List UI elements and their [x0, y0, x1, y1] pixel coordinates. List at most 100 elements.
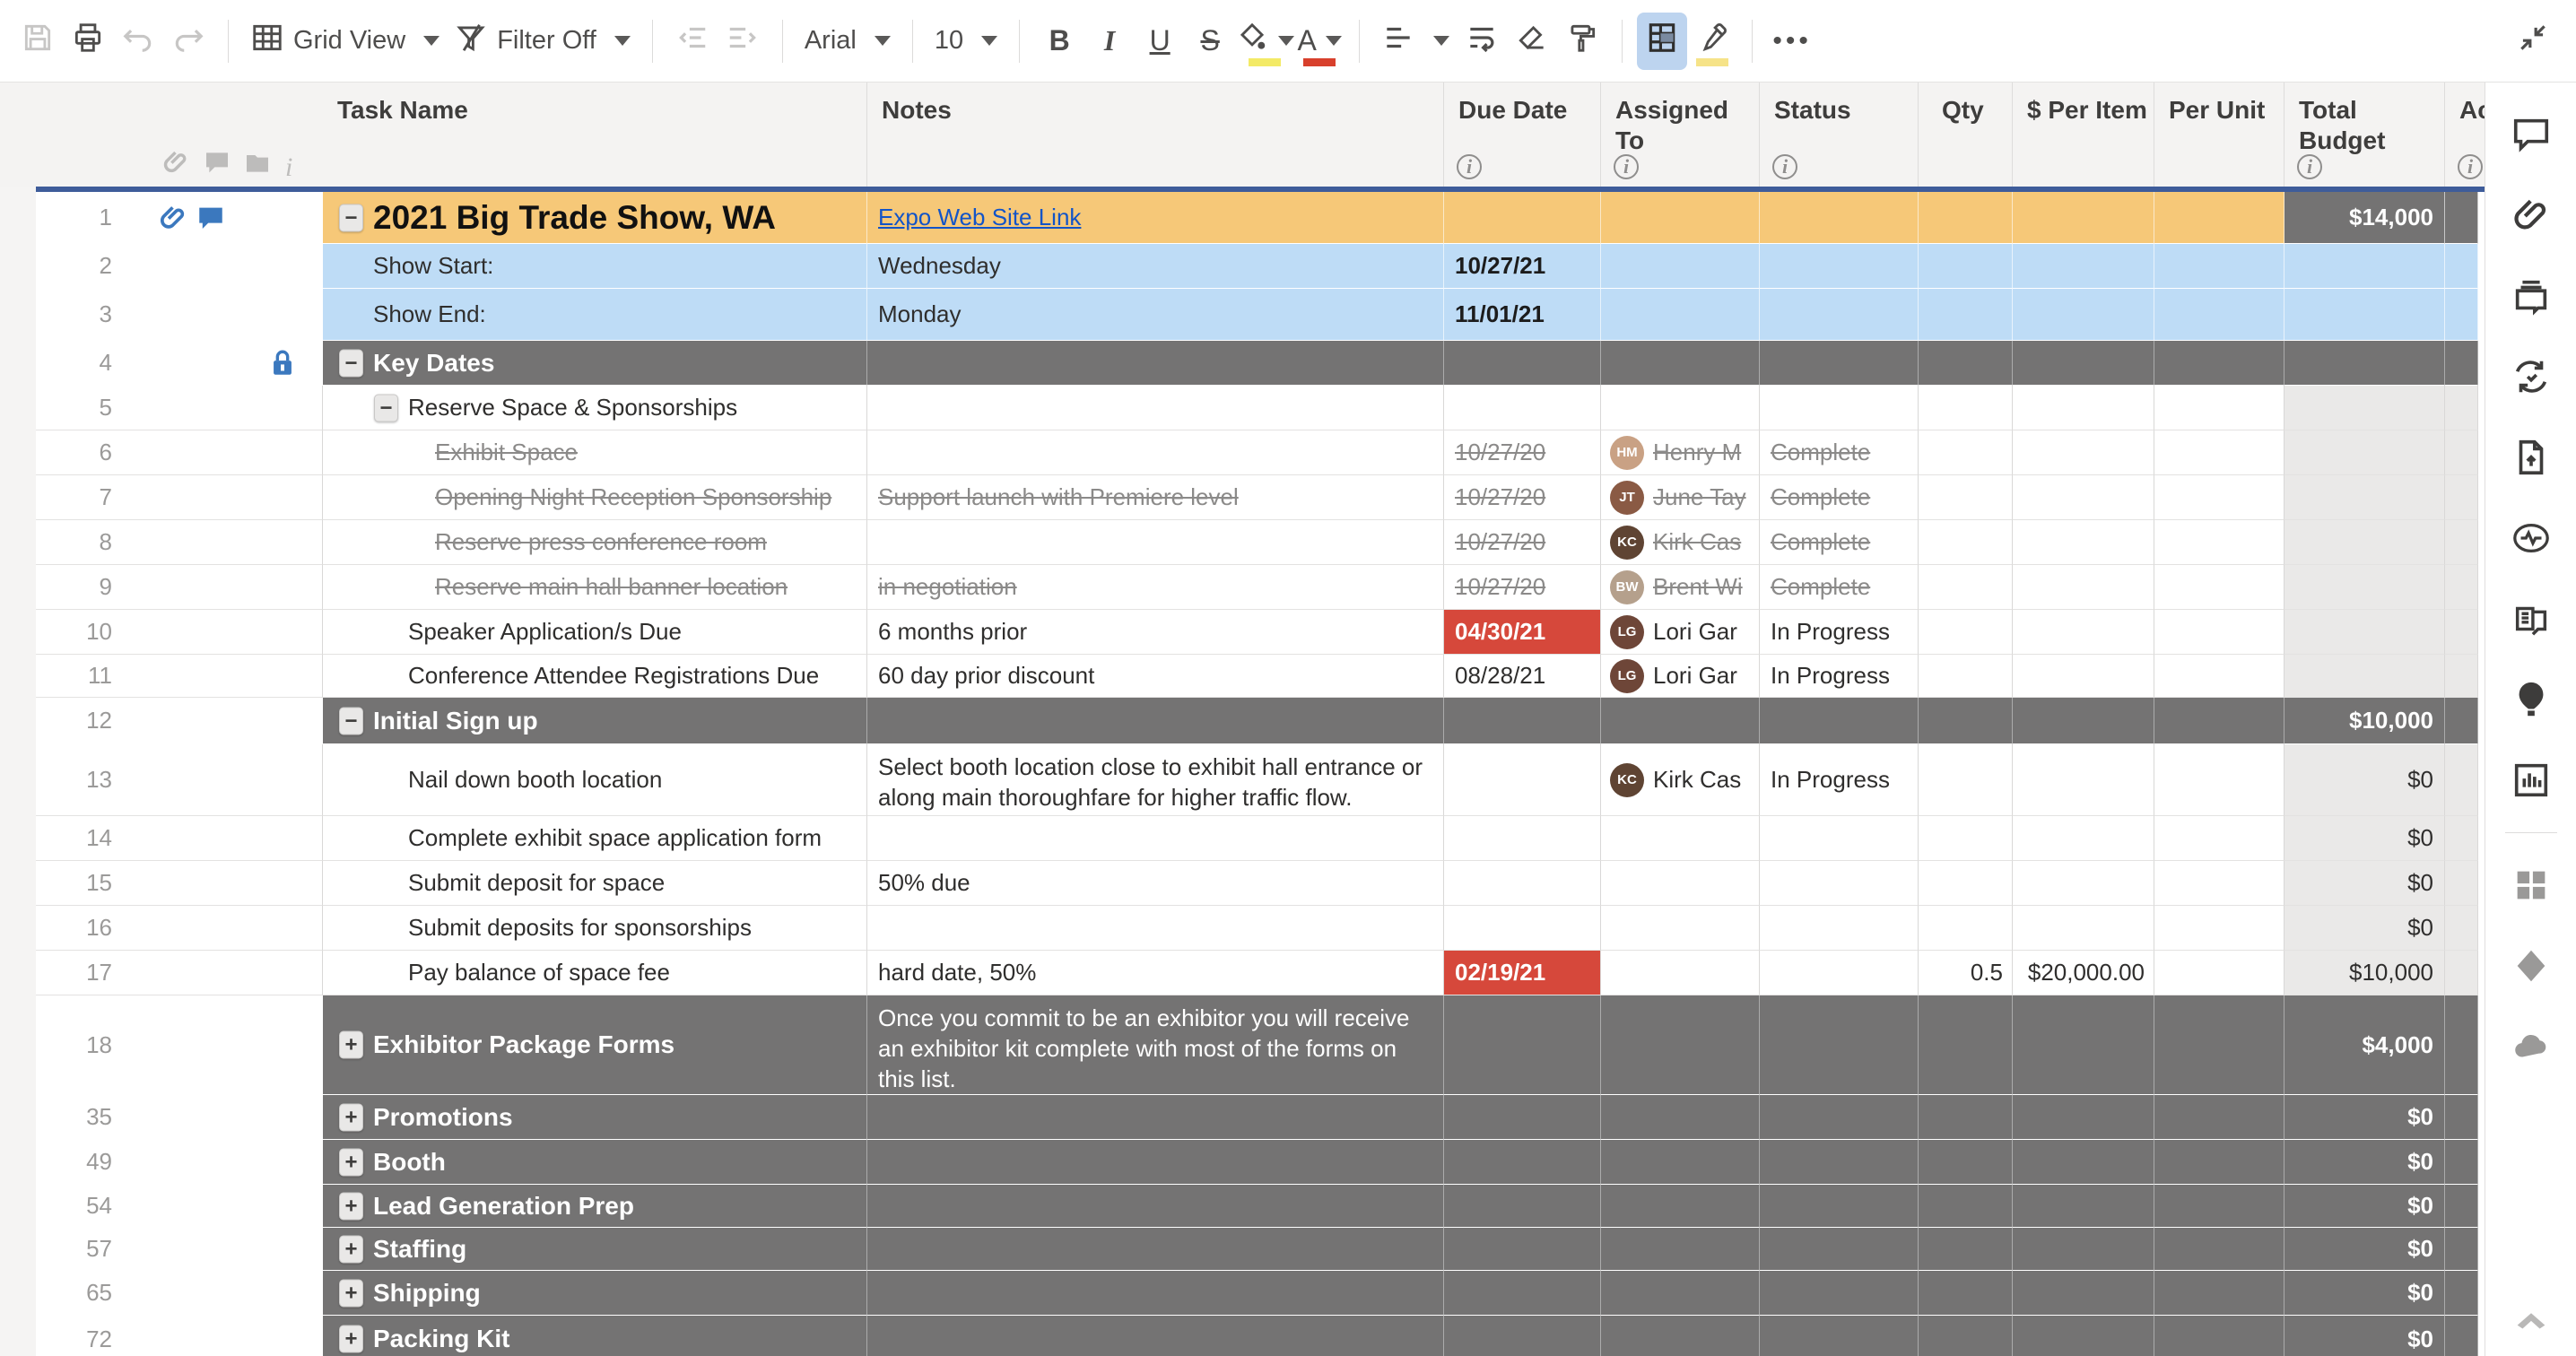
- cell-assigned-to[interactable]: [1601, 289, 1760, 341]
- expand-toggle-icon[interactable]: +: [339, 1148, 363, 1176]
- format-painter-button[interactable]: [1557, 13, 1607, 70]
- cell-task[interactable]: + Booth: [323, 1140, 867, 1185]
- cell-qty[interactable]: [1919, 244, 2013, 289]
- cell-status[interactable]: [1760, 341, 1919, 386]
- cell-status[interactable]: In Progress: [1760, 655, 1919, 698]
- cell-per-item[interactable]: [2013, 244, 2154, 289]
- column-header-notes[interactable]: Notes: [867, 83, 1444, 187]
- cell-due-date[interactable]: [1444, 1316, 1601, 1356]
- cell-due-date[interactable]: 10/27/20: [1444, 520, 1601, 565]
- cell-assigned-to[interactable]: BW Brent Wi: [1601, 565, 1760, 610]
- cell-qty[interactable]: [1919, 1185, 2013, 1228]
- cell-due-date[interactable]: 02/19/21: [1444, 951, 1601, 995]
- cell-assigned-to[interactable]: KC Kirk Cas: [1601, 744, 1760, 816]
- expand-toggle-icon[interactable]: +: [339, 1192, 363, 1220]
- font-family-select[interactable]: Arial: [797, 13, 898, 70]
- font-color-button[interactable]: A: [1294, 13, 1345, 70]
- cell-per-item[interactable]: [2013, 430, 2154, 475]
- cell-total-budget[interactable]: $14,000: [2284, 192, 2445, 244]
- row-number[interactable]: 65: [36, 1271, 323, 1316]
- file-upload-icon[interactable]: [2502, 429, 2560, 486]
- cell-qty[interactable]: [1919, 520, 2013, 565]
- row-number[interactable]: 16: [36, 906, 323, 951]
- cell-notes[interactable]: 50% due: [867, 861, 1444, 906]
- cell-notes[interactable]: Wednesday: [867, 244, 1444, 289]
- column-header-ac[interactable]: Ac i: [2445, 83, 2492, 187]
- cell-task[interactable]: + Promotions: [323, 1095, 867, 1140]
- cell-status[interactable]: [1760, 1095, 1919, 1140]
- cell-total-budget[interactable]: $0: [2284, 1271, 2445, 1316]
- cell-notes[interactable]: 6 months prior: [867, 610, 1444, 655]
- cell-per-item[interactable]: [2013, 1316, 2154, 1356]
- cell-qty[interactable]: [1919, 1271, 2013, 1316]
- cell-total-budget[interactable]: [2284, 520, 2445, 565]
- cell-notes[interactable]: in negotiation: [867, 565, 1444, 610]
- cell-notes[interactable]: [867, 1316, 1444, 1356]
- expand-toggle-icon[interactable]: +: [339, 1030, 363, 1059]
- cell-total-budget[interactable]: $0: [2284, 1095, 2445, 1140]
- cell-qty[interactable]: [1919, 906, 2013, 951]
- row-number[interactable]: 12: [36, 698, 323, 744]
- wrap-text-button[interactable]: [1457, 13, 1507, 70]
- row-number[interactable]: 9: [36, 565, 323, 610]
- folder-column-icon[interactable]: [243, 148, 272, 181]
- cell-qty[interactable]: [1919, 1095, 2013, 1140]
- cell-per-unit[interactable]: [2154, 1185, 2284, 1228]
- cell-ac[interactable]: [2445, 861, 2478, 906]
- cell-ac[interactable]: [2445, 1185, 2478, 1228]
- info-icon[interactable]: i: [1457, 154, 1482, 179]
- row-number[interactable]: 18: [36, 995, 323, 1095]
- cell-per-unit[interactable]: [2154, 341, 2284, 386]
- cell-ac[interactable]: [2445, 475, 2478, 520]
- cell-per-unit[interactable]: [2154, 192, 2284, 244]
- cell-assigned-to[interactable]: [1601, 861, 1760, 906]
- cell-notes[interactable]: hard date, 50%: [867, 951, 1444, 995]
- cell-task[interactable]: Submit deposits for sponsorships: [323, 906, 867, 951]
- cell-ac[interactable]: [2445, 565, 2478, 610]
- cell-notes[interactable]: [867, 906, 1444, 951]
- cell-due-date[interactable]: 10/27/21: [1444, 244, 1601, 289]
- italic-button[interactable]: I: [1084, 13, 1135, 70]
- cell-status[interactable]: In Progress: [1760, 610, 1919, 655]
- cell-notes[interactable]: [867, 1228, 1444, 1271]
- cell-notes[interactable]: Once you commit to be an exhibitor you w…: [867, 995, 1444, 1095]
- cell-ac[interactable]: [2445, 244, 2478, 289]
- lock-icon[interactable]: [267, 348, 298, 378]
- cell-task[interactable]: − Initial Sign up: [323, 698, 867, 744]
- cell-status[interactable]: In Progress: [1760, 744, 1919, 816]
- cell-task[interactable]: −2021 Big Trade Show, WA: [323, 192, 867, 244]
- cell-per-item[interactable]: [2013, 861, 2154, 906]
- cell-status[interactable]: [1760, 192, 1919, 244]
- cell-task[interactable]: + Shipping: [323, 1271, 867, 1316]
- cell-due-date[interactable]: [1444, 995, 1601, 1095]
- cell-total-budget[interactable]: [2284, 655, 2445, 698]
- cell-per-unit[interactable]: [2154, 816, 2284, 861]
- cell-ac[interactable]: [2445, 1271, 2478, 1316]
- align-button[interactable]: [1374, 13, 1457, 70]
- cloud-icon[interactable]: [2502, 1018, 2560, 1075]
- cell-per-unit[interactable]: [2154, 475, 2284, 520]
- cell-ac[interactable]: [2445, 906, 2478, 951]
- cell-total-budget[interactable]: $4,000: [2284, 995, 2445, 1095]
- cell-task[interactable]: Reserve press conference room: [323, 520, 867, 565]
- info-icon[interactable]: i: [1772, 154, 1797, 179]
- column-header-total-budget[interactable]: Total Budget i: [2284, 83, 2445, 187]
- column-header-per-unit[interactable]: Per Unit: [2154, 83, 2284, 187]
- cell-notes[interactable]: Monday: [867, 289, 1444, 341]
- cell-assigned-to[interactable]: [1601, 906, 1760, 951]
- cell-notes[interactable]: [867, 386, 1444, 430]
- row-number[interactable]: 35: [36, 1095, 323, 1140]
- cell-per-item[interactable]: [2013, 698, 2154, 744]
- column-header-assigned-to[interactable]: Assigned To i: [1601, 83, 1760, 187]
- cell-qty[interactable]: [1919, 289, 2013, 341]
- cell-task[interactable]: Reserve main hall banner location: [323, 565, 867, 610]
- cell-ac[interactable]: [2445, 341, 2478, 386]
- cell-status[interactable]: [1760, 906, 1919, 951]
- view-selector[interactable]: Grid View: [243, 13, 447, 70]
- cell-per-unit[interactable]: [2154, 386, 2284, 430]
- cell-due-date[interactable]: [1444, 1185, 1601, 1228]
- strikethrough-button[interactable]: S: [1185, 13, 1235, 70]
- cell-per-unit[interactable]: [2154, 861, 2284, 906]
- cell-per-unit[interactable]: [2154, 1228, 2284, 1271]
- cell-notes[interactable]: Select booth location close to exhibit h…: [867, 744, 1444, 816]
